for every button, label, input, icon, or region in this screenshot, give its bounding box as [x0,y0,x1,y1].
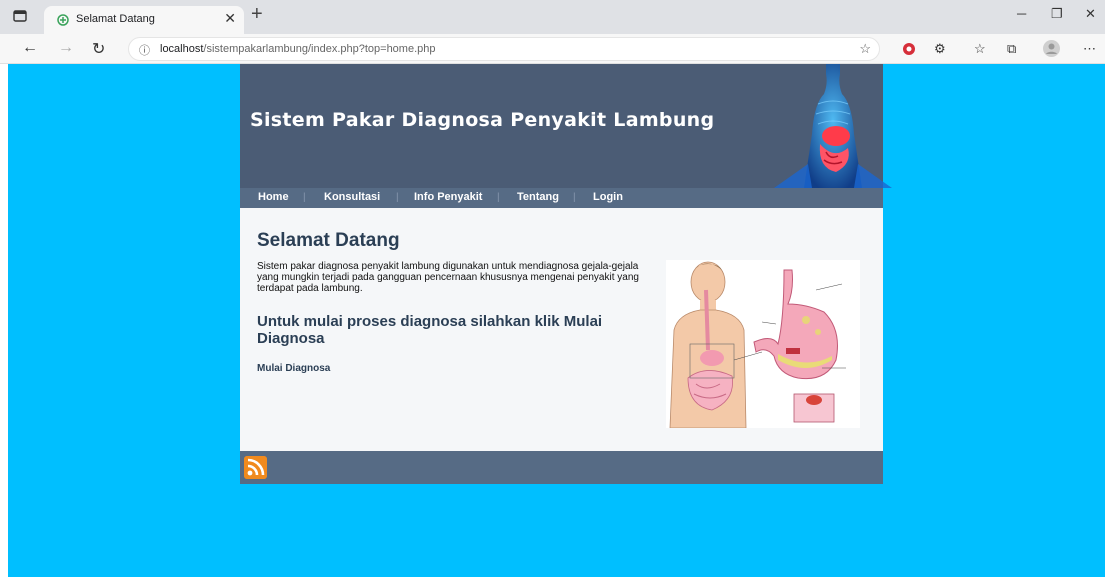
tab-actions-icon[interactable] [12,8,28,24]
url-path: /sistempakarlambung/index.php?top=home.p… [203,43,436,55]
menu-separator: | [497,192,500,203]
main-menu: Home | Konsultasi | Info Penyakit | Tent… [240,188,883,208]
menu-tentang[interactable]: Tentang [517,191,559,203]
menu-info-penyakit[interactable]: Info Penyakit [414,191,482,203]
browser-tab-bar: Selamat Datang ✕ + ─ ❐ ✕ [0,0,1105,34]
menu-separator: | [303,192,306,203]
extension-icon[interactable] [902,42,916,56]
favorites-icon[interactable]: ☆ [974,41,986,57]
address-bar[interactable]: ⓘ localhost/sistempakarlambung/index.php… [128,37,880,61]
mulai-diagnosa-link[interactable]: Mulai Diagnosa [257,363,330,374]
tab-title: Selamat Datang [76,13,155,25]
collections-icon[interactable]: ⧉ [1007,41,1016,57]
menu-login[interactable]: Login [593,191,623,203]
new-tab-icon[interactable]: + [251,3,263,26]
forward-icon[interactable]: → [58,39,74,57]
intro-text: Sistem pakar diagnosa penyakit lambung d… [257,261,639,294]
site-title: Sistem Pakar Diagnosa Penyakit Lambung [250,109,715,131]
restore-icon[interactable]: ❐ [1051,6,1063,22]
site-footer [240,451,883,484]
close-tab-icon[interactable]: ✕ [224,10,236,27]
page-heading: Selamat Datang [257,230,400,251]
site-info-icon[interactable]: ⓘ [139,42,150,58]
digestive-system-illustration [666,260,860,428]
site-header: Sistem Pakar Diagnosa Penyakit Lambung [240,64,892,188]
browser-tab[interactable]: Selamat Datang ✕ [44,6,244,34]
site-container: Sistem Pakar Diagnosa Penyakit Lambung H… [240,64,892,484]
rss-feed-icon[interactable] [244,456,267,479]
menu-home[interactable]: Home [258,191,289,203]
favorite-star-icon[interactable]: ☆ [859,41,871,57]
menu-separator: | [396,192,399,203]
close-window-icon[interactable]: ✕ [1085,6,1096,22]
minimize-icon[interactable]: ─ [1017,6,1026,21]
site-favicon-icon [57,14,69,26]
stomach-anatomy-image [774,64,892,188]
url-text[interactable]: localhost/sistempakarlambung/index.php?t… [160,43,436,55]
back-icon[interactable]: ← [22,39,38,57]
url-host: localhost [160,43,204,55]
more-options-icon[interactable]: ⋯ [1083,41,1096,57]
page-viewport: Sistem Pakar Diagnosa Penyakit Lambung H… [8,64,1105,577]
refresh-icon[interactable]: ↻ [92,39,105,59]
profile-avatar[interactable] [1043,40,1060,57]
main-content: Selamat Datang Sistem pakar diagnosa pen… [240,208,883,451]
browser-toolbar: ← → ↻ ⓘ localhost/sistempakarlambung/ind… [0,34,1105,64]
menu-konsultasi[interactable]: Konsultasi [324,191,380,203]
extensions-puzzle-icon[interactable]: ⚙ [934,41,946,57]
menu-separator: | [573,192,576,203]
sub-heading: Untuk mulai proses diagnosa silahkan kli… [257,313,603,347]
